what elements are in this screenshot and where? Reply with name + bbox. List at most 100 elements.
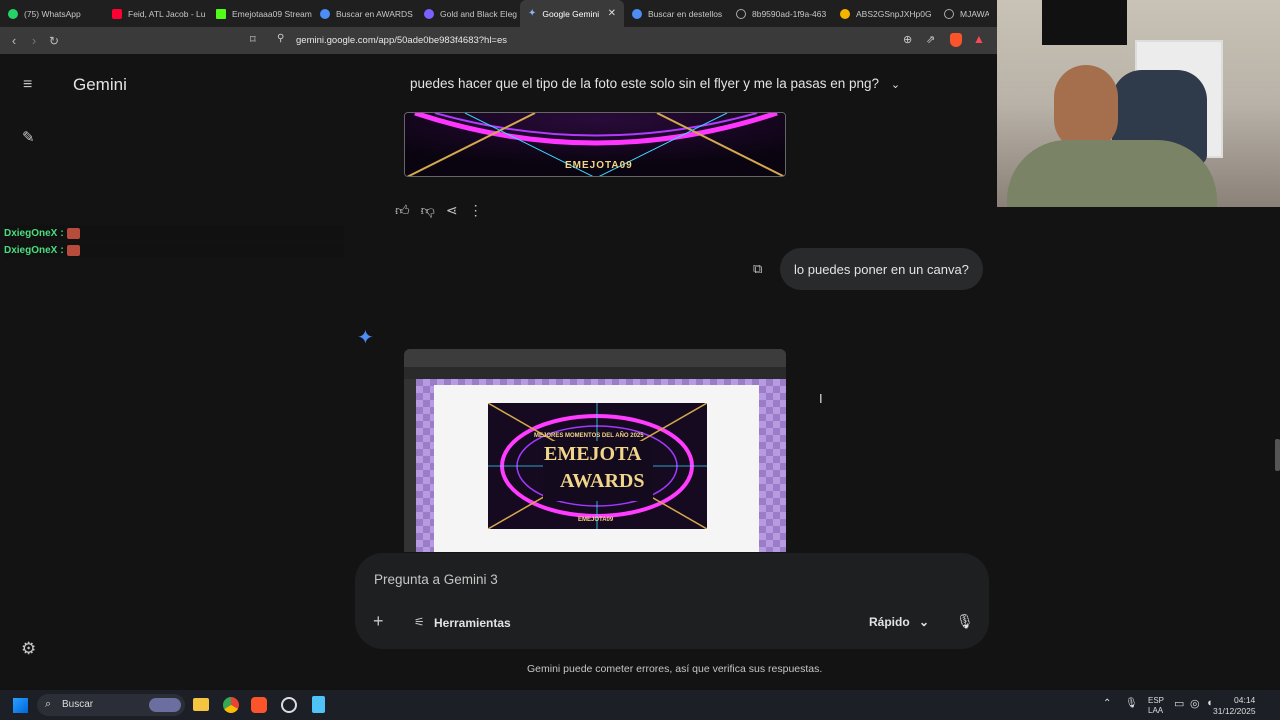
browser-tab-kick[interactable]: Emejotaaa09 Stream (208, 0, 312, 27)
canva-flyer: MEJORES MOMENTOS DEL AÑO 2025 EMEJOTA AW… (488, 403, 707, 529)
notepad-icon[interactable] (312, 696, 325, 713)
browser-tab-gemini[interactable]: ✦ Google Gemini ✕ (520, 0, 624, 27)
stream-chat-message: DxiegOneX : (4, 242, 344, 258)
flyer-subtitle: MEJORES MOMENTOS DEL AÑO 2025 (534, 433, 644, 439)
canva-top-bar (404, 349, 786, 367)
recorder-icon[interactable] (281, 697, 297, 713)
browser-tab-file[interactable]: 8b9590ad-1f9a-463 (728, 0, 832, 27)
microphone-icon[interactable]: 🎙︎ (1125, 698, 1138, 709)
tab-label: (75) WhatsApp (24, 8, 81, 19)
tab-label: Buscar en destellos (648, 8, 723, 19)
chevron-down-icon[interactable]: ⌄ (891, 79, 900, 91)
browser-tab-search-awards[interactable]: Buscar en AWARDS (312, 0, 416, 27)
chevron-down-icon: ⌄ (919, 615, 930, 629)
volume-icon[interactable]: ◖ (1206, 697, 1213, 709)
gemini-sidebar: ≡ ✎ ⚙ (0, 54, 60, 690)
url-text[interactable]: gemini.google.com/app/50ade0be983f4683?h… (296, 35, 507, 46)
reload-icon[interactable]: ↻ (44, 34, 64, 48)
webcam-person-head (1054, 65, 1118, 150)
browser-tab-png[interactable]: MJAWA.pn (936, 0, 989, 27)
copy-icon[interactable]: ⧉ (753, 261, 762, 277)
menu-icon[interactable]: ≡ (23, 76, 32, 94)
gemini-sparkle-icon: ✦ (528, 8, 537, 19)
more-options-icon[interactable]: ⋮ (469, 202, 483, 219)
thumbs-down-icon[interactable]: 👎︎ (421, 202, 435, 219)
tab-label: ABS2GSnpJXHp0G (856, 8, 932, 19)
settings-icon[interactable]: ⚙ (21, 639, 36, 659)
search-tab-icon (320, 8, 330, 19)
disclaimer-text: Gemini puede cometer errores, así que ve… (527, 663, 823, 675)
webcam-person-body (1007, 140, 1217, 207)
canva-flyer-artwork (488, 403, 707, 529)
canva-side-tools (404, 379, 416, 552)
microphone-icon[interactable]: 🎙︎ (956, 613, 974, 630)
text-cursor-icon: I (819, 391, 823, 406)
tools-button[interactable]: Herramientas (434, 616, 511, 630)
right-empty-pane (997, 207, 1280, 690)
new-chat-icon[interactable]: ✎ (22, 128, 35, 146)
user-message-text: lo puedes poner en un canva? (794, 261, 969, 277)
scrollbar-thumb[interactable] (1275, 439, 1280, 471)
tab-label: Google Gemini (542, 8, 600, 19)
monitor-icon[interactable]: ▭ (1174, 697, 1184, 710)
language-line1[interactable]: ESP (1148, 696, 1164, 705)
bookmark-icon[interactable]: ⌑ (250, 33, 256, 46)
clock-time[interactable]: 04:14 (1234, 695, 1255, 705)
network-icon[interactable]: ◎ (1190, 697, 1200, 710)
webcam-overlay (997, 0, 1280, 207)
zoom-icon[interactable]: ⊕ (903, 33, 912, 46)
file-explorer-icon[interactable] (193, 698, 209, 711)
generated-image-canva[interactable]: MEJORES MOMENTOS DEL AÑO 2025 EMEJOTA AW… (404, 349, 786, 552)
conversation-title[interactable]: puedes hacer que el tipo de la foto este… (410, 76, 900, 91)
whatsapp-icon (8, 8, 18, 19)
flyer-title-line1: EMEJOTA (544, 443, 642, 465)
browser-tab-youtube[interactable]: Feid, ATL Jacob - Lu (104, 0, 208, 27)
tools-icon[interactable]: ⚟ (414, 615, 425, 629)
generated-image-flyer[interactable]: EMEJOTA09 (404, 112, 786, 177)
add-icon[interactable]: + (373, 611, 384, 632)
user-message-bubble: lo puedes poner en un canva? (780, 248, 983, 290)
brave-icon[interactable] (251, 697, 267, 713)
brave-shield-icon[interactable] (950, 33, 962, 47)
flyer-title-line2: AWARDS (560, 470, 645, 492)
chat-separator: : (60, 244, 64, 256)
share-icon[interactable]: ⇗ (926, 33, 935, 46)
webcam-tv (1042, 0, 1127, 45)
youtube-icon (112, 8, 122, 19)
tab-label: Gold and Black Eleg (440, 8, 518, 19)
chrome-icon[interactable] (223, 697, 239, 713)
back-icon[interactable]: ‹ (4, 33, 24, 48)
site-info-icon[interactable]: ⚲ (277, 33, 284, 44)
close-tab-icon[interactable]: ✕ (608, 8, 616, 19)
share-icon[interactable]: ⋖ (446, 202, 458, 219)
chevron-up-icon[interactable]: ⌃ (1103, 698, 1111, 709)
colorful-app-icon (840, 8, 850, 19)
chat-username: DxiegOneX (4, 244, 58, 256)
prompt-input-box[interactable]: Pregunta a Gemini 3 + ⚟ Herramientas Ráp… (355, 553, 989, 649)
response-actions: 👍︎ 👎︎ ⋖ ⋮ (395, 202, 483, 219)
browser-tab-search-destellos[interactable]: Buscar en destellos (624, 0, 728, 27)
search-icon: ⌕ (45, 698, 52, 710)
forward-icon[interactable]: › (24, 33, 44, 48)
language-line2[interactable]: LAA (1148, 706, 1163, 715)
brave-rewards-icon[interactable]: ▲ (973, 32, 985, 46)
mode-label: Rápido (869, 615, 910, 629)
conversation-title-text: puedes hacer que el tipo de la foto este… (410, 76, 880, 91)
browser-tab-whatsapp[interactable]: (75) WhatsApp (0, 0, 104, 27)
canva-icon (424, 8, 434, 19)
clock-date[interactable]: 31/12/2025 (1213, 706, 1256, 716)
globe-icon (944, 8, 954, 19)
mode-selector[interactable]: Rápido ⌄ (869, 615, 929, 629)
prompt-placeholder[interactable]: Pregunta a Gemini 3 (374, 572, 498, 587)
windows-start-icon[interactable] (13, 698, 28, 713)
search-label: Buscar (62, 699, 94, 710)
globe-icon (736, 8, 746, 19)
taskbar-search-box[interactable]: ⌕ Buscar (37, 694, 185, 716)
emote-icon (66, 244, 80, 256)
browser-address-bar: ‹ › ↻ ⌑ ⚲ gemini.google.com/app/50ade0be… (0, 27, 997, 54)
canva-toolbar (404, 367, 786, 379)
thumbs-up-icon[interactable]: 👍︎ (395, 202, 410, 219)
browser-tab-abs[interactable]: ABS2GSnpJXHp0G (832, 0, 936, 27)
browser-tab-canva[interactable]: Gold and Black Eleg (416, 0, 520, 27)
tab-label: 8b9590ad-1f9a-463 (752, 8, 827, 19)
